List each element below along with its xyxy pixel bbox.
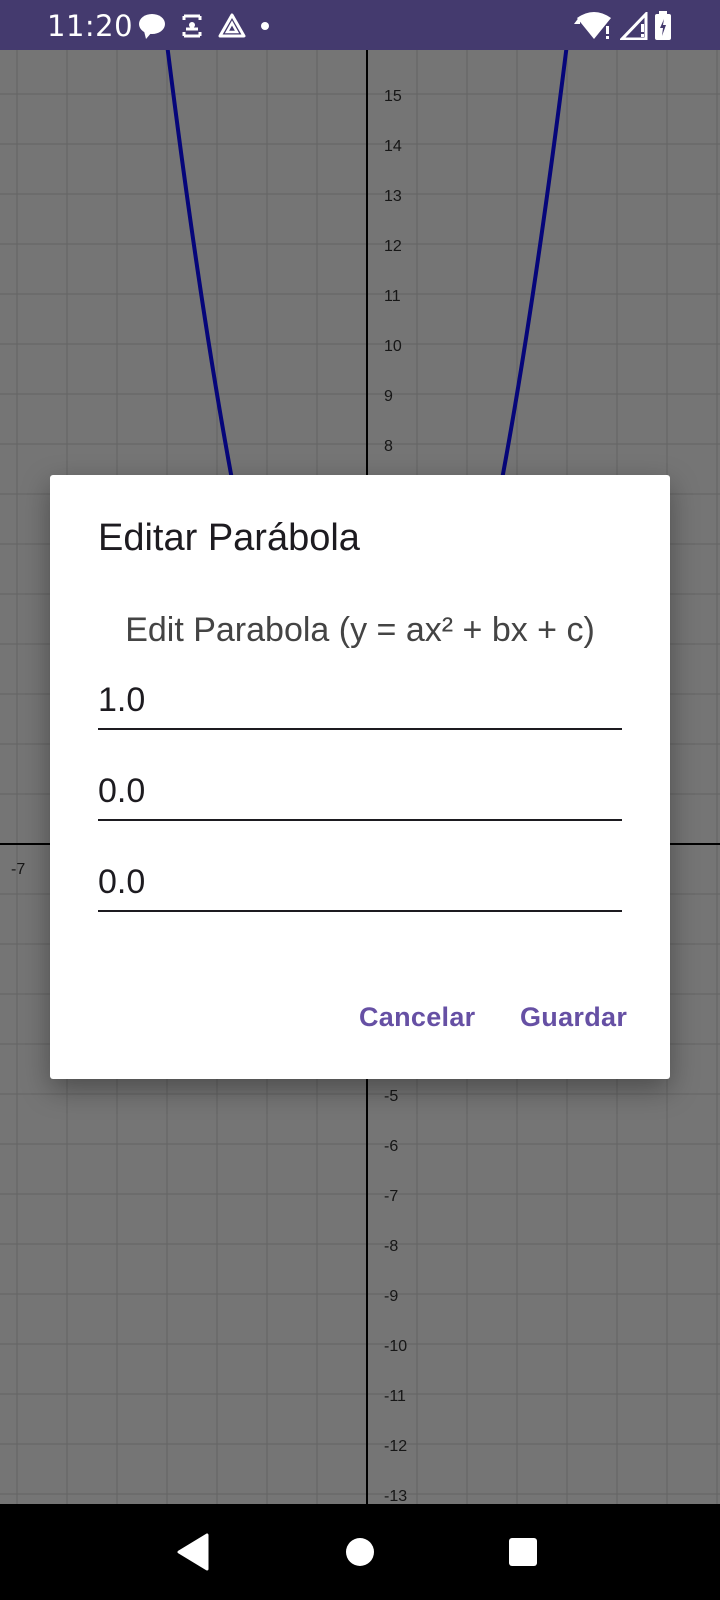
status-bar: 11:20 (0, 0, 720, 50)
status-time: 11:20 (47, 9, 134, 43)
x-tick-label: -7 (11, 861, 25, 878)
y-tick-label: 11 (384, 288, 401, 305)
navigation-bar (0, 1504, 720, 1600)
back-icon (177, 1533, 209, 1571)
y-tick-label: -12 (384, 1438, 407, 1455)
y-tick-label: 13 (384, 188, 402, 205)
coefficient-b-field[interactable] (98, 763, 622, 821)
coefficient-a-field[interactable] (98, 672, 622, 730)
y-tick-label: 8 (384, 438, 393, 455)
cancel-button[interactable]: Cancelar (359, 1002, 475, 1033)
y-tick-label: 9 (384, 388, 393, 405)
y-tick-label: 12 (384, 238, 402, 255)
recents-icon (509, 1538, 537, 1566)
signal-icon (620, 12, 648, 40)
home-button[interactable] (315, 1504, 405, 1600)
y-tick-label: -13 (384, 1488, 407, 1504)
dialog-subtitle: Edit Parabola (y = ax² + bx + c) (125, 611, 595, 649)
coefficient-c-field[interactable] (98, 854, 622, 912)
y-tick-label: -11 (384, 1388, 406, 1405)
save-button[interactable]: Guardar (520, 1002, 627, 1033)
y-tick-label: 14 (384, 138, 402, 155)
chat-bubble-icon (139, 14, 165, 39)
dot-icon (261, 22, 269, 30)
home-icon (346, 1538, 374, 1566)
dialog-title: Editar Parábola (98, 517, 360, 559)
y-tick-label: -7 (384, 1188, 398, 1205)
y-tick-label: -9 (384, 1288, 398, 1305)
y-tick-label: 10 (384, 338, 402, 355)
y-tick-label: 15 (384, 88, 402, 105)
back-button[interactable] (148, 1504, 238, 1600)
edit-parabola-dialog: Editar Parábola Edit Parabola (y = ax² +… (50, 475, 670, 1079)
battery-icon (655, 11, 671, 40)
y-tick-label: -10 (384, 1338, 407, 1355)
y-tick-label: -6 (384, 1138, 398, 1155)
y-tick-label: -5 (384, 1088, 398, 1105)
y-tick-label: -8 (384, 1238, 398, 1255)
triangle-app-icon (218, 13, 246, 38)
steam-icon (182, 14, 202, 38)
recents-button[interactable] (478, 1504, 568, 1600)
wifi-icon (574, 12, 611, 39)
